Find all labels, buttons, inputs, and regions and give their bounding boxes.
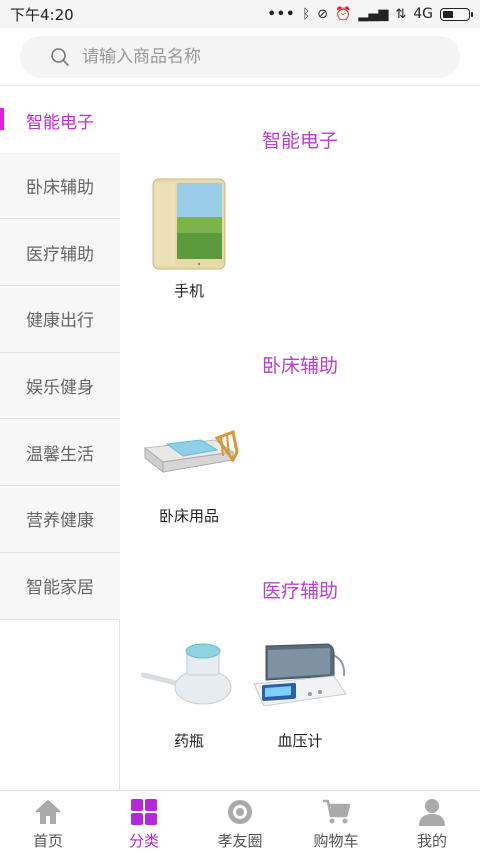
section-title: 智能电子 bbox=[261, 130, 338, 152]
sidebar-item-fitness[interactable]: 娱乐健身 bbox=[0, 353, 120, 420]
search-icon bbox=[51, 47, 69, 66]
tab-friend-circle[interactable]: 孝友圈 bbox=[192, 791, 288, 853]
sidebar-item-label: 医疗辅助 bbox=[26, 244, 94, 265]
bed-icon bbox=[143, 429, 239, 474]
home-icon bbox=[35, 800, 61, 824]
status-icons: ••• ᛒ ⊘ ⏰ ▂▄▆ ⇅ 4G bbox=[267, 6, 473, 22]
tab-cart[interactable]: 购物车 bbox=[288, 791, 384, 853]
sidebar-item-label: 营养健康 bbox=[26, 511, 94, 532]
user-icon bbox=[419, 799, 445, 826]
product-item[interactable]: 血压计 bbox=[245, 624, 355, 751]
active-indicator bbox=[0, 108, 4, 130]
category-content: 智能电子 手机 卧床辅助 卧床用品 医疗辅助 药瓶 血压计 bbox=[120, 86, 480, 790]
sidebar-item-label: 温馨生活 bbox=[26, 444, 94, 465]
sidebar-item-label: 智能家居 bbox=[26, 578, 94, 599]
bottom-tab-bar: 首页 分类 孝友圈 购物车 我的 bbox=[0, 790, 480, 853]
tab-home[interactable]: 首页 bbox=[0, 791, 96, 853]
tab-label: 购物车 bbox=[313, 832, 359, 850]
status-time: 下午4:20 bbox=[10, 5, 74, 24]
bluetooth-icon: ᛒ bbox=[302, 6, 311, 22]
data-transfer-icon: ⇅ bbox=[395, 6, 407, 22]
signal-icon: ▂▄▆ bbox=[358, 6, 389, 22]
tab-label: 首页 bbox=[32, 832, 63, 850]
tab-mine[interactable]: 我的 bbox=[384, 791, 480, 853]
battery-icon bbox=[440, 7, 473, 21]
product-label: 血压计 bbox=[277, 732, 323, 750]
section-title: 卧床辅助 bbox=[261, 355, 338, 377]
product-item[interactable]: 药瓶 bbox=[134, 624, 244, 751]
product-item[interactable]: 卧床用品 bbox=[134, 399, 244, 526]
sidebar-item-label: 卧床辅助 bbox=[26, 178, 94, 199]
network-type: 4G bbox=[413, 6, 433, 22]
search-bar bbox=[0, 28, 480, 86]
tab-category[interactable]: 分类 bbox=[96, 791, 192, 853]
category-icon bbox=[131, 799, 157, 825]
section-title: 医疗辅助 bbox=[261, 580, 338, 602]
sidebar-item-label: 健康出行 bbox=[26, 311, 94, 332]
main-body: 智能电子 卧床辅助 医疗辅助 健康出行 娱乐健身 温馨生活 营养健康 智能家居 … bbox=[0, 86, 480, 790]
category-sidebar: 智能电子 卧床辅助 医疗辅助 健康出行 娱乐健身 温馨生活 营养健康 智能家居 bbox=[0, 86, 120, 620]
more-dots-icon: ••• bbox=[267, 6, 296, 22]
phone-icon bbox=[152, 178, 226, 270]
sidebar-item-bed-aid[interactable]: 卧床辅助 bbox=[0, 153, 120, 220]
medicine-bottle-icon bbox=[141, 643, 232, 705]
sidebar-item-label: 智能电子 bbox=[26, 113, 94, 133]
blood-pressure-monitor-icon bbox=[253, 643, 347, 707]
sidebar-item-smart-electronics[interactable]: 智能电子 bbox=[0, 86, 120, 153]
sidebar-item-home-life[interactable]: 温馨生活 bbox=[0, 419, 120, 487]
circle-icon bbox=[228, 800, 252, 824]
sidebar-item-nutrition[interactable]: 营养健康 bbox=[0, 486, 120, 553]
product-item[interactable]: 手机 bbox=[134, 174, 244, 301]
status-bar: 下午4:20 ••• ᛒ ⊘ ⏰ ▂▄▆ ⇅ 4G bbox=[0, 0, 480, 28]
tab-label: 孝友圈 bbox=[217, 832, 263, 850]
product-label: 卧床用品 bbox=[158, 507, 219, 525]
search-input[interactable] bbox=[82, 46, 402, 67]
product-label: 手机 bbox=[173, 282, 204, 300]
sidebar-item-label: 娱乐健身 bbox=[26, 378, 94, 399]
vibrate-icon: ⊘ bbox=[317, 6, 329, 22]
cart-icon bbox=[323, 799, 351, 824]
search-box[interactable] bbox=[20, 35, 460, 78]
product-label: 药瓶 bbox=[173, 732, 204, 750]
sidebar-item-medical-aid[interactable]: 医疗辅助 bbox=[0, 219, 120, 287]
tab-label: 我的 bbox=[416, 832, 447, 850]
sidebar-item-smart-home[interactable]: 智能家居 bbox=[0, 553, 120, 620]
tab-label: 分类 bbox=[128, 832, 159, 850]
alarm-icon: ⏰ bbox=[335, 6, 352, 22]
sidebar-item-health-travel[interactable]: 健康出行 bbox=[0, 286, 120, 353]
